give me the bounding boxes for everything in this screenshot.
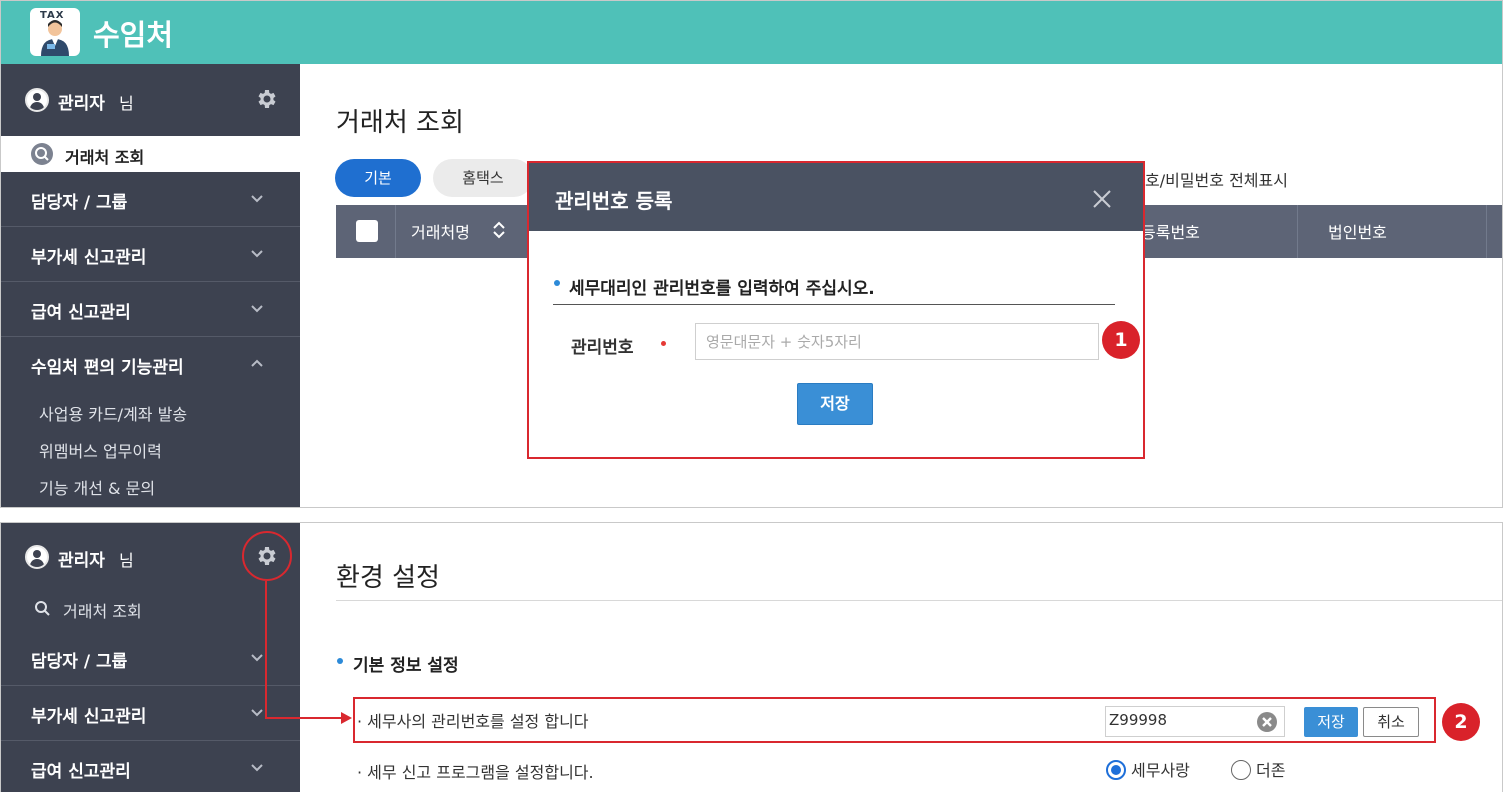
sidebar-item-label: 담당자 / 그룹 (31, 193, 128, 213)
sidebar-item-label: 거래처 조회 (63, 602, 142, 621)
management-number-dialog: 관리번호 등록 세무대리인 관리번호를 입력하여 주십시오. 관리번호 저장 (527, 161, 1145, 459)
callout-arrow-line (265, 581, 267, 718)
top-screenshot-panel: TAX 수임처 관리자 님 거래처 조회 담당자 / 그룹 부가세 신고관리 급… (0, 0, 1503, 508)
page-title: 환경 설정 (336, 563, 440, 593)
step-marker-1: 1 (1102, 321, 1140, 359)
avatar-icon (25, 88, 49, 112)
management-number-input[interactable] (695, 323, 1099, 360)
save-button[interactable]: 저장 (797, 383, 873, 425)
grid-divider (1297, 205, 1298, 258)
sidebar-item-label: 담당자 / 그룹 (31, 652, 128, 672)
callout-arrow-line (265, 717, 343, 719)
cancel-button[interactable]: 취소 (1363, 707, 1419, 737)
gear-highlight-circle (242, 531, 292, 581)
sidebar-item-label: 급여 신고관리 (31, 762, 131, 782)
search-icon (35, 601, 50, 616)
sidebar-item-label: 부가세 신고관리 (31, 248, 147, 268)
sidebar-item-label: 부가세 신고관리 (31, 707, 147, 727)
step-marker-2: 2 (1442, 703, 1480, 741)
sidebar-item-label: 거래처 조회 (65, 148, 145, 167)
close-icon[interactable] (1092, 189, 1112, 209)
clear-icon[interactable] (1257, 712, 1277, 732)
save-button[interactable]: 저장 (1304, 707, 1358, 737)
bottom-screenshot-panel: 관리자 님 거래처 조회 담당자 / 그룹 부가세 신고관리 급여 신고관리 환… (0, 522, 1503, 792)
sidebar-item-client-search[interactable]: 거래처 조회 (1, 136, 300, 172)
sidebar-item-manager-group[interactable]: 담당자 / 그룹 (1, 172, 300, 227)
chevron-up-icon (251, 359, 263, 367)
tab-basic[interactable]: 기본 (335, 159, 421, 197)
user-name: 관리자 (58, 94, 105, 114)
management-number-value: Z99998 (1109, 711, 1167, 729)
sidebar-item-client-search[interactable]: 거래처 조회 (1, 589, 300, 631)
sidebar-subitem-label: 기능 개선 & 문의 (39, 479, 156, 498)
sidebar-item-vat[interactable]: 부가세 신고관리 (1, 227, 300, 282)
chevron-down-icon (251, 709, 263, 717)
sidebar-item-payroll[interactable]: 급여 신고관리 (1, 741, 300, 792)
dialog-instruction: 세무대리인 관리번호를 입력하여 주십시오. (569, 279, 875, 299)
page-title: 거래처 조회 (336, 108, 464, 138)
app-title: 수임처 (93, 18, 174, 52)
dialog-divider (553, 304, 1115, 305)
column-header-client-name[interactable]: 거래처명 (411, 219, 470, 243)
app-logo: TAX (30, 8, 80, 56)
chevron-down-icon (251, 195, 263, 203)
grid-divider (395, 205, 396, 258)
sidebar: 관리자 님 거래처 조회 담당자 / 그룹 부가세 신고관리 급여 신고관리 수… (1, 64, 300, 507)
bullet-dot (554, 280, 560, 286)
column-header-corp-number[interactable]: 법인번호 (1328, 219, 1387, 243)
sidebar-item-vat[interactable]: 부가세 신고관리 (1, 686, 300, 741)
sidebar-item-label: 수임처 편의 기능관리 (31, 358, 184, 378)
user-suffix: 님 (119, 94, 134, 113)
radio-duzon[interactable] (1231, 760, 1251, 780)
sidebar-item-payroll[interactable]: 급여 신고관리 (1, 282, 300, 337)
radio-label-duzon[interactable]: 더존 (1256, 757, 1285, 781)
sort-icon[interactable] (491, 220, 507, 240)
avatar-icon (25, 545, 49, 569)
management-number-label: 관리번호 (571, 338, 634, 358)
sidebar-subitem-history[interactable]: 위멤버스 업무이력 (1, 429, 300, 466)
sidebar-item-convenience[interactable]: 수임처 편의 기능관리 (1, 337, 300, 392)
title-divider (336, 600, 1502, 601)
sidebar-item-label: 급여 신고관리 (31, 303, 131, 323)
tax-program-setting-label: · 세무 신고 프로그램을 설정합니다. (357, 763, 594, 782)
bullet-dot (337, 658, 343, 664)
user-row: 관리자 님 (1, 64, 300, 136)
column-header-reg-number[interactable]: 등록번호 (1141, 219, 1200, 243)
grid-divider (1486, 205, 1487, 258)
sidebar-subitem-card-send[interactable]: 사업용 카드/계좌 발송 (1, 392, 300, 429)
sidebar-item-manager-group[interactable]: 담당자 / 그룹 (1, 631, 300, 686)
user-name: 관리자 (58, 551, 105, 571)
chevron-down-icon (251, 305, 263, 313)
callout-arrow-head (341, 712, 352, 724)
chevron-down-icon (251, 250, 263, 258)
logo-tag-text: TAX (40, 10, 65, 21)
radio-semusarang[interactable] (1106, 760, 1126, 780)
select-all-checkbox[interactable] (356, 220, 378, 242)
dialog-title: 관리번호 등록 (555, 189, 673, 213)
show-all-toggle-label[interactable]: 호/비밀번호 전체표시 (1145, 167, 1288, 191)
dialog-header: 관리번호 등록 (529, 163, 1143, 231)
sidebar-subitem-feedback[interactable]: 기능 개선 & 문의 (1, 466, 300, 503)
chevron-down-icon (251, 764, 263, 772)
sidebar-subitem-label: 사업용 카드/계좌 발송 (39, 405, 188, 424)
tab-hometax[interactable]: 홈택스 (433, 159, 533, 197)
gear-icon[interactable] (254, 87, 278, 111)
radio-label-semusarang[interactable]: 세무사랑 (1131, 757, 1190, 781)
required-indicator (661, 341, 666, 346)
user-suffix: 님 (119, 551, 134, 570)
sidebar-subitem-label: 위멤버스 업무이력 (39, 442, 162, 461)
app-header: TAX 수임처 (1, 1, 1502, 64)
search-icon (31, 143, 53, 165)
management-number-setting-label: · 세무사의 관리번호를 설정 합니다 (357, 712, 589, 731)
section-title: 기본 정보 설정 (353, 656, 459, 676)
chevron-down-icon (251, 654, 263, 662)
